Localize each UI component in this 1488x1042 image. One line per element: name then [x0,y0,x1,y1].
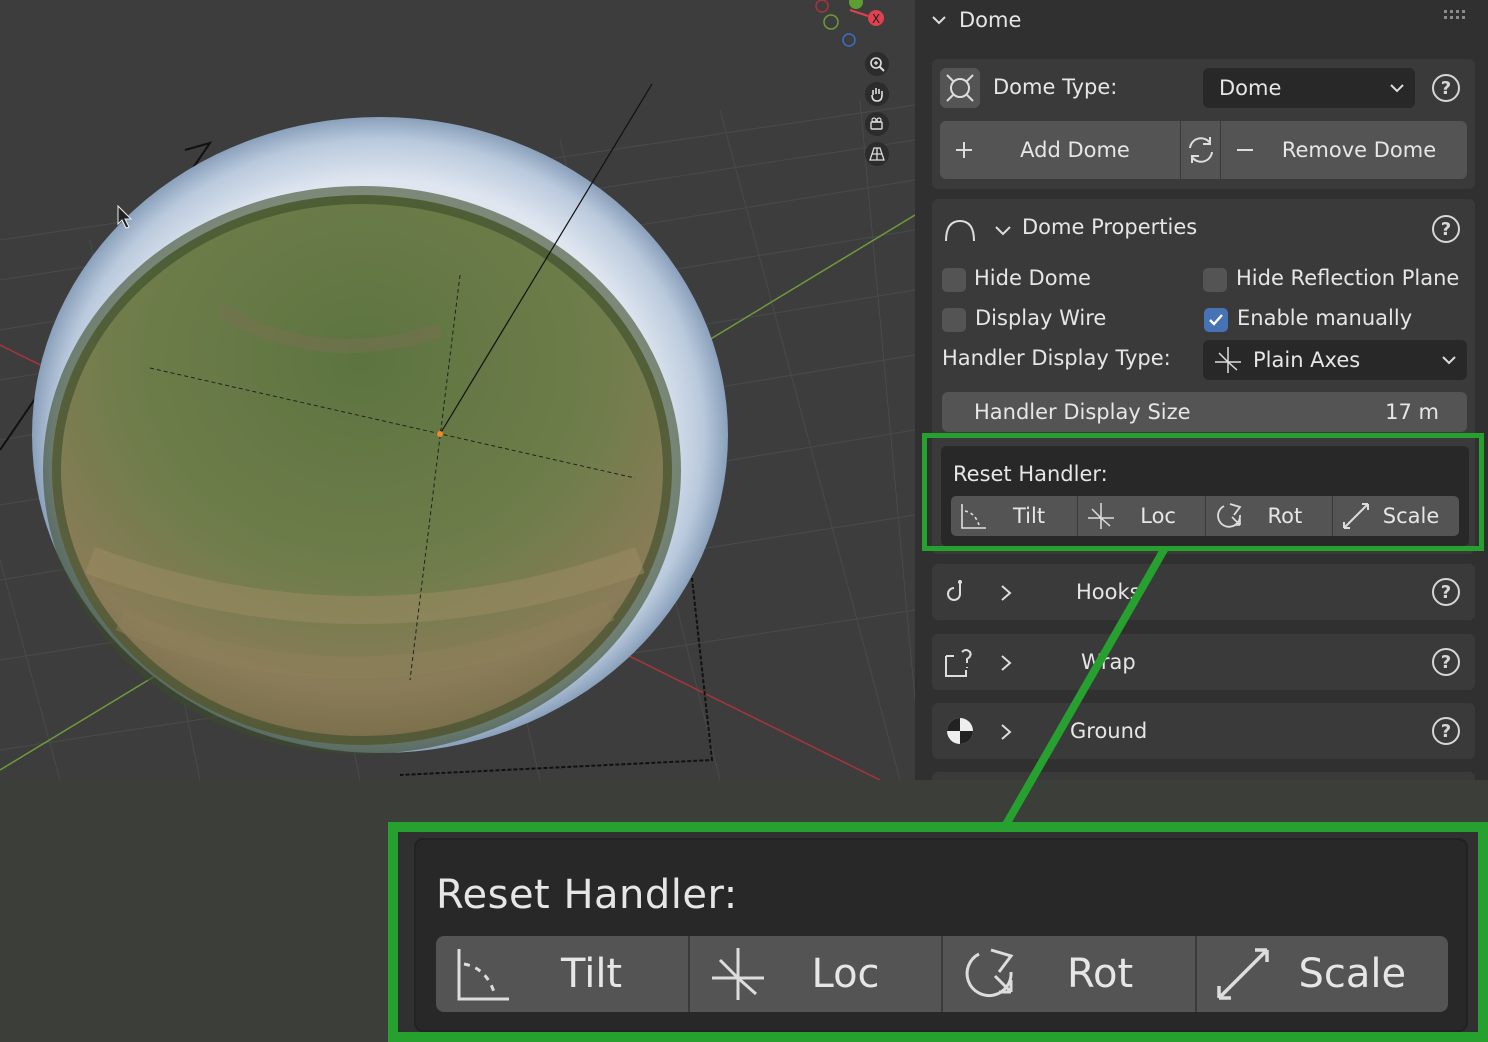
zoom-reset-handler-title: Reset Handler: [436,872,738,918]
refresh-icon [1188,137,1213,163]
next-section-edge [932,772,1475,780]
hide-reflection-plane-label: Hide Reflection Plane [1236,266,1460,290]
zoom-callout: Reset Handler: Tilt Loc Rot Scale [388,822,1488,1042]
remove-dome-button[interactable]: Remove Dome [1221,121,1467,179]
svg-text:X: X [872,12,880,26]
dome-type-icon [940,68,980,108]
display-wire-checkbox[interactable] [942,308,966,332]
zoom-reset-handler-buttons: Tilt Loc Rot Scale [436,936,1448,1012]
drag-grip-icon[interactable] [1444,10,1470,22]
axis-gizmo[interactable]: X [810,0,890,52]
enable-manually-label: Enable manually [1237,306,1413,330]
dome-arch-icon [945,219,975,242]
zoom-scale-button[interactable]: Scale [1197,936,1449,1012]
wrap-icon [945,649,972,677]
3d-viewport[interactable]: X [0,0,915,780]
tilt-icon [457,949,509,1001]
display-wire-label: Display Wire [975,306,1107,330]
perspective-grid-icon[interactable] [865,142,889,166]
hook-icon [947,580,962,601]
add-dome-label: Add Dome [1020,138,1130,162]
hide-reflection-plane-checkbox[interactable] [1203,268,1227,292]
plain-axes-icon [1215,347,1241,373]
dome-type-label: Dome Type: [993,75,1118,99]
hide-dome-label: Hide Dome [974,266,1091,290]
handler-display-size-value: 17 m [1385,400,1439,424]
dome-action-buttons: Add Dome Remove Dome [940,121,1467,179]
zoom-loc-button[interactable]: Loc [690,936,943,1012]
zoom-tilt-button[interactable]: Tilt [436,936,690,1012]
hooks-section[interactable]: Hooks ? [932,564,1475,620]
refresh-dome-button[interactable] [1181,121,1221,179]
zoom-rot-button[interactable]: Rot [943,936,1197,1012]
chevron-right-icon [1001,724,1012,740]
wrap-section[interactable]: Wrap ? [932,634,1475,690]
zoom-loc-label: Loc [811,951,880,997]
add-dome-button[interactable]: Add Dome [940,121,1181,179]
minus-icon [1237,149,1253,151]
checkmark-icon [1209,314,1223,326]
help-icon[interactable]: ? [1432,74,1460,102]
zoom-rot-label: Rot [1067,951,1134,997]
handler-display-size-slider[interactable]: Handler Display Size 17 m [942,392,1467,432]
chevron-down-icon [1442,356,1456,365]
dome-sidebar-panel: Dome Dome Type: Dome ? Add Dome Remove D… [915,0,1488,780]
viewport-grid [0,83,915,780]
dome-type-value: Dome [1219,76,1282,100]
help-icon[interactable]: ? [1432,578,1460,606]
ground-shading-icon [947,718,973,744]
zoom-scale-label: Scale [1298,951,1407,997]
wrap-label: Wrap [1081,650,1136,674]
pan-hand-icon[interactable] [865,82,889,106]
location-axes-icon [711,948,764,1000]
zoom-reset-handler-box: Reset Handler: Tilt Loc Rot Scale [414,838,1468,1032]
handler-display-type-dropdown[interactable]: Plain Axes [1203,340,1467,380]
panel-title: Dome [959,8,1022,32]
viewport-nav-tools [862,52,892,166]
chevron-down-icon [1390,84,1404,93]
ground-label: Ground [1070,719,1148,743]
zoom-tilt-label: Tilt [561,951,623,997]
handler-display-type-value: Plain Axes [1253,348,1361,372]
dome-type-dropdown[interactable]: Dome [1203,68,1415,108]
dome-type-box: Dome Type: Dome ? Add Dome Remove Dome [932,59,1475,189]
chevron-right-icon [1001,585,1012,601]
chevron-down-icon[interactable] [994,221,1012,239]
panel-header[interactable]: Dome [915,0,1488,40]
remove-dome-label: Remove Dome [1281,138,1437,162]
highlight-frame [922,433,1484,551]
chevron-right-icon [1001,655,1012,671]
enable-manually-checkbox[interactable] [1204,308,1228,332]
scale-icon [1216,948,1269,1000]
rotation-icon [965,948,1014,997]
dome-properties-title[interactable]: Dome Properties [1022,215,1197,239]
handler-display-type-label: Handler Display Type: [942,346,1171,370]
chevron-down-icon [932,16,946,25]
help-icon[interactable]: ? [1432,717,1460,745]
camera-icon[interactable] [865,112,889,136]
hide-dome-checkbox[interactable] [942,268,966,292]
dome-sphere [32,117,728,754]
help-icon[interactable]: ? [1432,648,1460,676]
zoom-icon[interactable] [865,52,889,76]
ground-section[interactable]: Ground ? [932,703,1475,759]
help-icon[interactable]: ? [1432,215,1460,243]
plus-icon [956,142,972,158]
handler-display-size-label: Handler Display Size [974,400,1191,424]
hooks-label: Hooks [1076,580,1141,604]
